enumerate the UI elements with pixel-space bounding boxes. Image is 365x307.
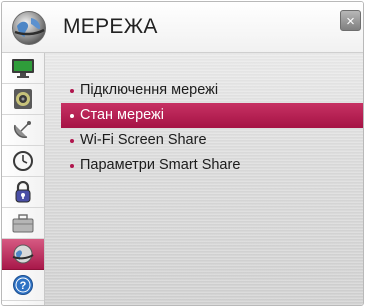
globe-icon [12, 11, 46, 45]
sidebar-item-picture[interactable] [2, 53, 44, 84]
bullet-icon [70, 139, 74, 143]
support-help-icon: ? [13, 275, 33, 295]
sidebar-item-channels[interactable] [2, 115, 44, 146]
sidebar-item-network[interactable] [2, 239, 44, 270]
bullet-icon [70, 114, 74, 118]
sidebar: ? [2, 53, 45, 305]
menu-item-network-status[interactable]: Стан мережі [61, 103, 363, 128]
audio-icon [14, 89, 32, 109]
bullet-icon [70, 164, 74, 168]
network-globe-icon [12, 244, 34, 264]
time-clock-icon [13, 151, 33, 171]
sidebar-item-support[interactable]: ? [2, 270, 44, 301]
sidebar-item-lock[interactable] [2, 177, 44, 208]
menu-item-label: Wi-Fi Screen Share [80, 132, 207, 148]
sidebar-item-options[interactable] [2, 208, 44, 239]
menu-item-wifi-screen-share[interactable]: Wi-Fi Screen Share [63, 128, 363, 153]
menu-item-smart-share-settings[interactable]: Параметри Smart Share [63, 153, 363, 178]
svg-text:?: ? [20, 280, 27, 292]
sidebar-item-audio[interactable] [2, 84, 44, 115]
bullet-icon [70, 89, 74, 93]
settings-window: МЕРЕЖА × ? Підключення мережі Стан мереж… [1, 1, 364, 306]
page-title: МЕРЕЖА [63, 15, 158, 38]
close-button[interactable]: × [340, 10, 361, 31]
title-bar: МЕРЕЖА × [2, 2, 363, 53]
menu-item-label: Параметри Smart Share [80, 157, 241, 173]
menu-item-label: Стан мережі [80, 107, 164, 123]
network-menu: Підключення мережі Стан мережі Wi-Fi Scr… [61, 78, 363, 178]
picture-icon [12, 59, 34, 78]
options-briefcase-icon [12, 214, 34, 233]
menu-item-label: Підключення мережі [80, 82, 219, 98]
channels-satellite-icon [13, 121, 31, 139]
menu-item-network-connection[interactable]: Підключення мережі [63, 78, 363, 103]
content-panel: Підключення мережі Стан мережі Wi-Fi Scr… [45, 53, 363, 305]
lock-icon [15, 181, 31, 203]
sidebar-item-time[interactable] [2, 146, 44, 177]
